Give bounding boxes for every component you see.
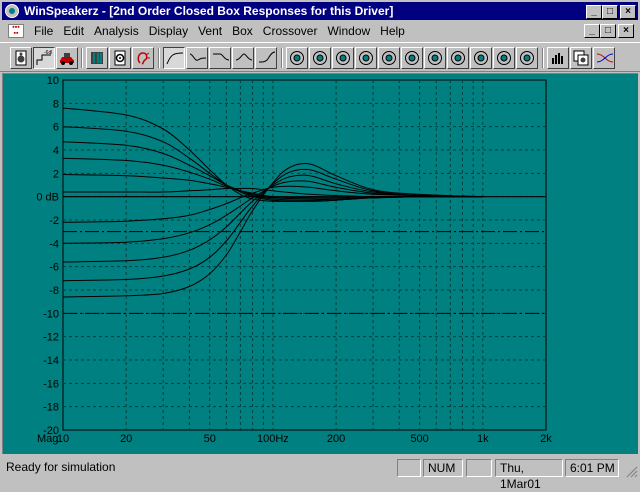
y-tick-label: -4 — [49, 238, 59, 250]
document-icon[interactable]: ▪▪▪ ▪▪ — [8, 24, 24, 38]
menu-edit[interactable]: Edit — [58, 22, 89, 40]
6db-slope-icon[interactable]: -6db — [33, 47, 55, 69]
x-tick-label: 50 — [204, 433, 216, 445]
y-tick-label: -16 — [43, 378, 59, 390]
meter-6-icon[interactable] — [424, 47, 446, 69]
menu-window[interactable]: Window — [322, 22, 375, 40]
child-restore-button[interactable]: □ — [600, 24, 616, 38]
toolbar: -6db — [0, 42, 640, 72]
menu-box[interactable]: Box — [227, 22, 258, 40]
status-message: Ready for simulation — [6, 460, 116, 474]
title-bar[interactable]: WinSpeakerz - [2nd Order Closed Box Resp… — [2, 2, 638, 20]
minimize-button[interactable]: _ — [586, 5, 602, 19]
status-date: Thu, 1Mar01 — [495, 459, 563, 491]
status-time: 6:01 PM — [565, 459, 619, 477]
meter-3-icon[interactable] — [355, 47, 377, 69]
copy-window-icon[interactable] — [570, 47, 592, 69]
meter-2-icon[interactable] — [332, 47, 354, 69]
y-tick-label: 8 — [53, 98, 59, 110]
ear-icon[interactable] — [132, 47, 154, 69]
toolbar-separator — [81, 48, 83, 68]
meter-5-icon[interactable] — [401, 47, 423, 69]
svg-text:-6db: -6db — [44, 50, 52, 56]
child-minimize-button[interactable]: _ — [584, 24, 600, 38]
highpass-response-icon[interactable] — [163, 47, 185, 69]
bar-graph-icon[interactable] — [547, 47, 569, 69]
meter-10-icon[interactable] — [516, 47, 538, 69]
speaker-driver-icon[interactable] — [10, 47, 32, 69]
car-icon[interactable] — [56, 47, 78, 69]
menu-vent[interactable]: Vent — [193, 22, 227, 40]
meter-4-icon[interactable] — [378, 47, 400, 69]
meter-icon[interactable] — [286, 47, 308, 69]
menu-file[interactable]: File — [29, 22, 58, 40]
x-tick-label: 200 — [327, 433, 345, 445]
toolbar-separator — [158, 48, 160, 68]
child-close-button[interactable]: × — [618, 24, 634, 38]
x-tick-label: 10 — [57, 433, 69, 445]
x-tick-label: 20 — [120, 433, 132, 445]
status-bar: Ready for simulation NUM Thu, 1Mar01 6:0… — [0, 456, 640, 491]
meter-9-icon[interactable] — [493, 47, 515, 69]
y-tick-label: -10 — [43, 308, 59, 320]
menu-analysis[interactable]: Analysis — [89, 22, 144, 40]
lowpass-response-icon[interactable] — [209, 47, 231, 69]
y-tick-label: -6 — [49, 262, 59, 274]
y-tick-label: 0 dB — [36, 192, 59, 204]
close-button[interactable]: × — [620, 5, 636, 19]
y-tick-label: 6 — [53, 122, 59, 134]
meter-1-icon[interactable] — [309, 47, 331, 69]
frequency-response-chart[interactable]: 1086420 dB-2-4-6-8-10-12-14-16-18-2010 20… — [3, 74, 637, 453]
app-icon[interactable] — [5, 4, 19, 18]
bandpass-response-icon[interactable] — [186, 47, 208, 69]
window-title: WinSpeakerz - [2nd Order Closed Box Resp… — [24, 4, 394, 18]
crossover-icon[interactable] — [593, 47, 615, 69]
menu-bar: ▪▪▪ ▪▪ File Edit Analysis Display Vent Bo… — [2, 22, 638, 40]
toolbar-separator — [542, 48, 544, 68]
status-caps-panel — [397, 459, 421, 477]
y-tick-label: -2 — [49, 215, 59, 227]
notch-response-icon[interactable] — [255, 47, 277, 69]
peak-response-icon[interactable] — [232, 47, 254, 69]
y-tick-label: -12 — [43, 332, 59, 344]
resize-grip-icon[interactable] — [626, 466, 638, 478]
x-tick-label: 2k — [540, 433, 552, 445]
y-axis-label: Mag — [37, 433, 58, 445]
chart-area: 10 8 6 4 2 0 dB -2 -4 -6 -8 -10 -12 -14 -16 -18 -20 10 20… — [2, 73, 638, 454]
menu-items: File Edit Analysis Display Vent Box Cros… — [29, 22, 410, 40]
menu-display[interactable]: Display — [144, 22, 193, 40]
y-tick-label: -18 — [43, 402, 59, 414]
y-tick-label: 10 — [47, 75, 59, 87]
menu-help[interactable]: Help — [375, 22, 410, 40]
y-tick-label: -8 — [49, 285, 59, 297]
x-tick-label: 100Hz — [257, 433, 289, 445]
meter-8-icon[interactable] — [470, 47, 492, 69]
status-scroll-panel — [466, 459, 492, 477]
toolbar-separator — [281, 48, 283, 68]
x-tick-label: 500 — [410, 433, 428, 445]
meter-7-icon[interactable] — [447, 47, 469, 69]
y-tick-label: 2 — [53, 168, 59, 180]
maximize-button[interactable]: □ — [602, 5, 618, 19]
y-tick-label: 4 — [53, 145, 59, 157]
cabinet-icon[interactable] — [86, 47, 108, 69]
enclosure-icon[interactable] — [109, 47, 131, 69]
y-tick-label: -14 — [43, 355, 59, 367]
x-tick-label: 1k — [477, 433, 489, 445]
status-num: NUM — [423, 459, 463, 477]
menu-crossover[interactable]: Crossover — [258, 22, 323, 40]
